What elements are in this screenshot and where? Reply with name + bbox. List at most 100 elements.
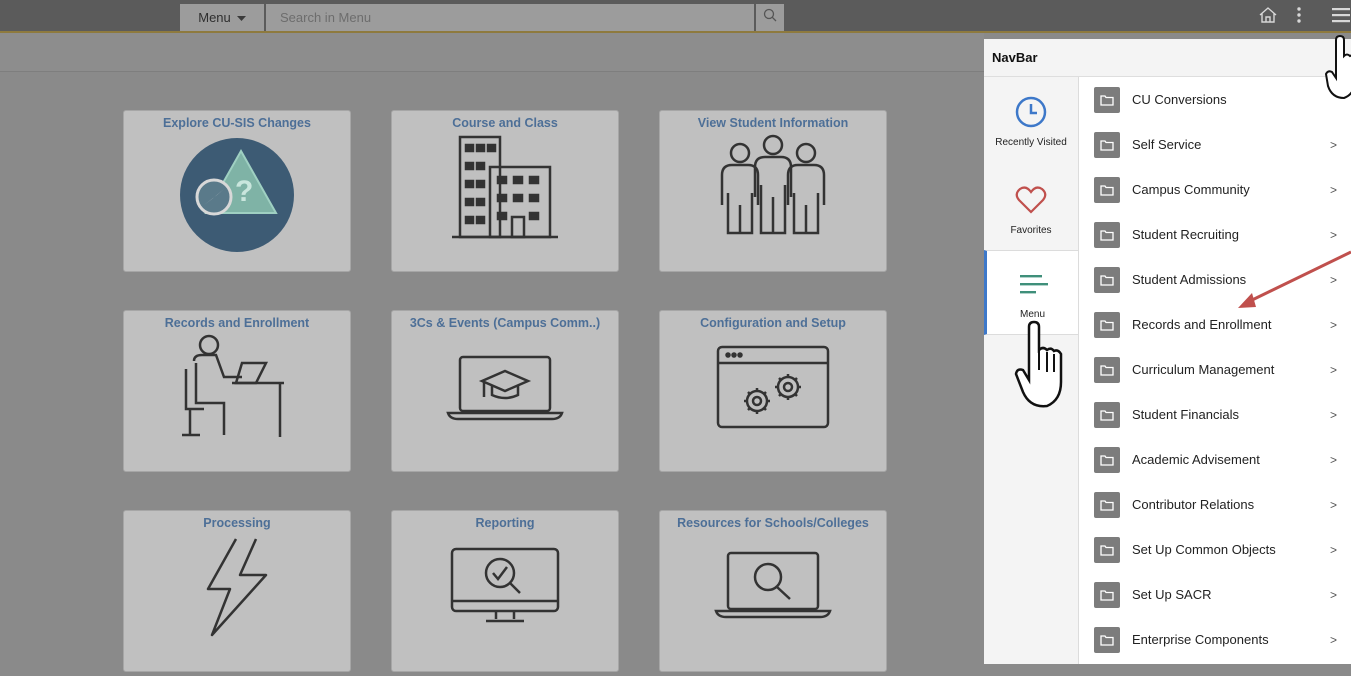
chevron-right-icon: > <box>1329 272 1337 287</box>
list-item-label: Enterprise Components <box>1132 632 1269 647</box>
navbar-menu-list: CU Conversions Self Service > Campus Com… <box>1079 77 1351 664</box>
folder-icon <box>1094 311 1120 338</box>
lightning-icon <box>124 533 350 671</box>
menu-dropdown[interactable]: Menu <box>180 4 264 31</box>
student-desk-icon <box>124 333 350 471</box>
tab-favorites[interactable]: Favorites <box>984 165 1078 250</box>
list-item[interactable]: Set Up Common Objects > <box>1079 527 1351 572</box>
hamburger-icon <box>1332 7 1350 28</box>
search-icon <box>763 8 777 27</box>
tile-3cs-and-events[interactable]: 3Cs & Events (Campus Comm..) <box>391 310 619 472</box>
tab-label: Favorites <box>1010 225 1052 236</box>
chevron-right-icon: > <box>1329 227 1337 242</box>
search-button[interactable] <box>756 4 784 31</box>
list-item[interactable]: Set Up SACR > <box>1079 572 1351 617</box>
list-item[interactable]: Enterprise Components > <box>1079 617 1351 662</box>
list-item[interactable]: Records and Enrollment > <box>1079 302 1351 347</box>
navbar-button[interactable] <box>1329 6 1351 28</box>
clock-icon <box>1012 93 1050 131</box>
tile-title: Records and Enrollment <box>164 316 310 330</box>
list-item-label: Campus Community <box>1132 182 1250 197</box>
list-item[interactable]: Academic Advisement > <box>1079 437 1351 482</box>
tile-title: Reporting <box>475 516 535 530</box>
list-item-label: Set Up SACR <box>1132 587 1212 602</box>
list-item-label: Contributor Relations <box>1132 497 1255 512</box>
list-item[interactable]: Student Admissions > <box>1079 257 1351 302</box>
tile-title: 3Cs & Events (Campus Comm..) <box>409 316 601 330</box>
actions-menu-button[interactable] <box>1287 6 1311 28</box>
chevron-right-icon: > <box>1329 542 1337 557</box>
folder-icon <box>1094 131 1120 158</box>
chevron-right-icon: > <box>1329 362 1337 377</box>
list-item-label: Records and Enrollment <box>1132 317 1272 332</box>
tab-label: Menu <box>1019 309 1045 320</box>
chevron-right-icon: > <box>1329 137 1337 152</box>
compass-question-icon: ? <box>124 133 350 271</box>
tab-recently-visited[interactable]: Recently Visited <box>984 77 1078 162</box>
folder-icon <box>1094 401 1120 428</box>
folder-icon <box>1094 536 1120 563</box>
tile-title: View Student Information <box>697 116 849 130</box>
folder-icon <box>1094 356 1120 383</box>
menu-lines-icon <box>1014 265 1052 303</box>
folder-icon <box>1094 626 1120 653</box>
navbar-panel: NavBar Recently Visited Favorites Menu C… <box>984 39 1351 664</box>
list-item-label: Set Up Common Objects <box>1132 542 1276 557</box>
svg-text:?: ? <box>235 175 253 208</box>
tab-label: Recently Visited <box>995 137 1067 148</box>
tile-view-student-information[interactable]: View Student Information <box>659 110 887 272</box>
list-item[interactable]: Student Recruiting > <box>1079 212 1351 257</box>
list-item[interactable]: Contributor Relations > <box>1079 482 1351 527</box>
navbar-tabs: Recently Visited Favorites Menu <box>984 77 1079 664</box>
folder-icon <box>1094 491 1120 518</box>
tile-configuration-and-setup[interactable]: Configuration and Setup <box>659 310 887 472</box>
kebab-icon <box>1296 6 1302 29</box>
list-item-label: Student Admissions <box>1132 272 1247 287</box>
tile-title: Explore CU-SIS Changes <box>163 116 311 130</box>
building-icon <box>392 133 618 271</box>
folder-icon <box>1094 581 1120 608</box>
tile-title: Resources for Schools/Colleges <box>677 516 869 530</box>
navbar-title: NavBar <box>984 39 1351 77</box>
chevron-right-icon: > <box>1329 452 1337 467</box>
home-button[interactable] <box>1256 6 1280 28</box>
list-item[interactable]: Curriculum Management > <box>1079 347 1351 392</box>
folder-icon <box>1094 221 1120 248</box>
tile-title: Processing <box>203 516 271 530</box>
folder-icon <box>1094 176 1120 203</box>
list-item[interactable]: CU Conversions <box>1079 77 1351 122</box>
menu-dropdown-label: Menu <box>198 10 231 25</box>
list-item[interactable]: Self Service > <box>1079 122 1351 167</box>
list-item-label: Self Service <box>1132 137 1202 152</box>
folder-icon <box>1094 446 1120 473</box>
tile-resources-for-schools-colleges[interactable]: Resources for Schools/Colleges <box>659 510 887 672</box>
tab-menu[interactable]: Menu <box>984 250 1078 335</box>
laptop-search-icon <box>660 533 886 671</box>
list-item[interactable]: Student Financials > <box>1079 392 1351 437</box>
tile-title: Configuration and Setup <box>700 316 846 330</box>
chevron-right-icon: > <box>1329 497 1337 512</box>
chevron-right-icon: > <box>1329 587 1337 602</box>
chevron-right-icon: > <box>1329 407 1337 422</box>
home-icon <box>1258 6 1278 29</box>
laptop-graduation-icon <box>392 333 618 471</box>
caret-down-icon <box>236 10 246 25</box>
tile-explore-cu-sis-changes[interactable]: Explore CU-SIS Changes ? <box>123 110 351 272</box>
list-item-label: Academic Advisement <box>1132 452 1260 467</box>
people-icon <box>660 133 886 271</box>
tile-course-and-class[interactable]: Course and Class <box>391 110 619 272</box>
search-input[interactable] <box>266 4 754 31</box>
page-header-bar <box>0 33 984 72</box>
chevron-right-icon: > <box>1329 317 1337 332</box>
chevron-right-icon: > <box>1329 632 1337 647</box>
tile-reporting[interactable]: Reporting <box>391 510 619 672</box>
tile-records-and-enrollment[interactable]: Records and Enrollment <box>123 310 351 472</box>
list-item-label: Curriculum Management <box>1132 362 1275 377</box>
folder-icon <box>1094 86 1120 113</box>
list-item[interactable]: Campus Community > <box>1079 167 1351 212</box>
list-item-label: CU Conversions <box>1132 92 1227 107</box>
list-item-label: Student Financials <box>1132 407 1239 422</box>
tile-title: Course and Class <box>452 116 558 130</box>
chevron-right-icon: > <box>1329 182 1337 197</box>
tile-processing[interactable]: Processing <box>123 510 351 672</box>
